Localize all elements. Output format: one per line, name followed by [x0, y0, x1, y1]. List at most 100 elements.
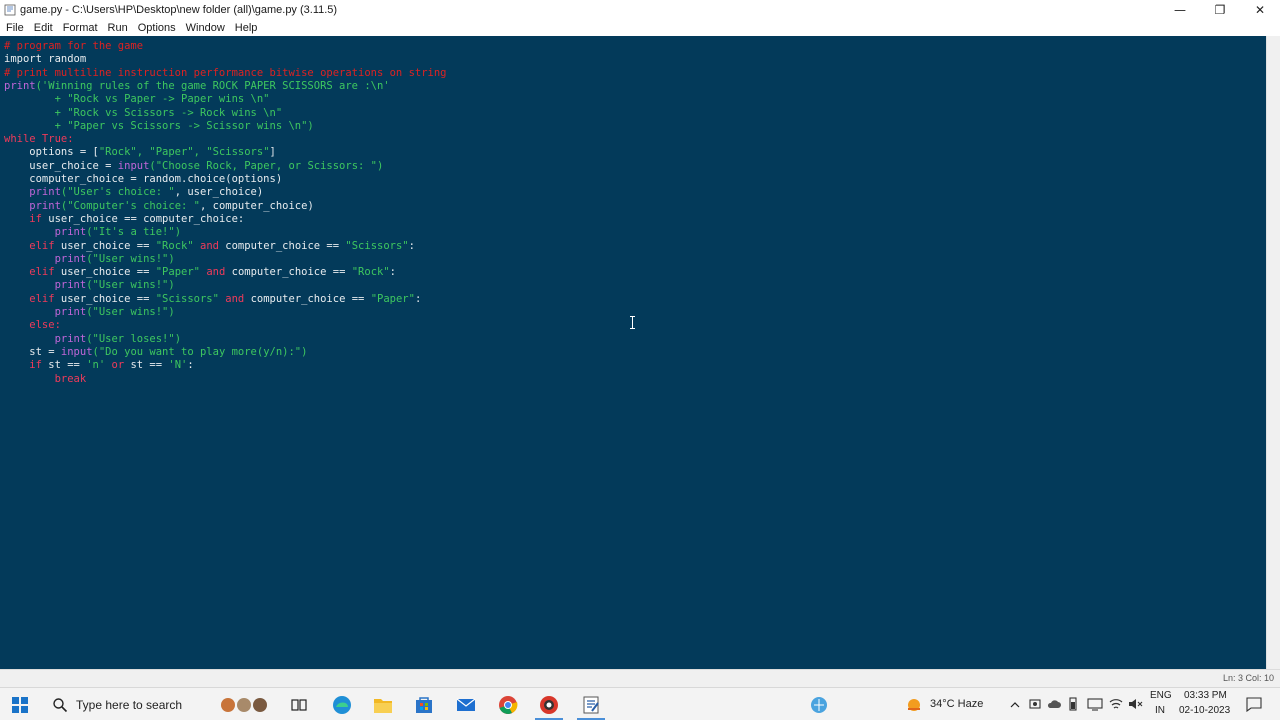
edge-browser-icon[interactable]	[330, 693, 354, 717]
code-line[interactable]: if user_choice == computer_choice:	[4, 213, 244, 226]
code-token: print	[4, 279, 87, 292]
code-token: print	[4, 186, 61, 199]
code-line[interactable]: print("User wins!")	[4, 253, 175, 266]
minimize-button[interactable]: —	[1160, 0, 1200, 20]
menu-file[interactable]: File	[1, 20, 29, 36]
code-token: while True:	[4, 133, 74, 146]
code-line[interactable]: print("User wins!")	[4, 306, 175, 319]
code-line[interactable]: elif user_choice == "Rock" and computer_…	[4, 240, 415, 253]
restore-button[interactable]: ❐	[1200, 0, 1240, 20]
language-code[interactable]: ENG	[1150, 690, 1172, 701]
code-line[interactable]: options = ["Rock", "Paper", "Scissors"]	[4, 146, 276, 159]
code-line[interactable]: computer_choice = random.choice(options)	[4, 173, 282, 186]
clock-date[interactable]: 02-10-2023	[1179, 705, 1230, 716]
code-token: and	[200, 266, 226, 279]
vertical-scrollbar[interactable]	[1266, 36, 1280, 669]
code-token: computer_choice ==	[244, 292, 371, 305]
code-line[interactable]: + "Rock vs Paper -> Paper wins \n"	[4, 93, 270, 106]
battery-icon[interactable]	[1068, 696, 1078, 712]
code-token: ("It's a tie!")	[86, 226, 182, 239]
code-editor[interactable]: # program for the game import random # pri…	[0, 36, 1266, 669]
code-token: computer_choice = random.choice(options)	[4, 173, 283, 185]
code-token: input	[117, 159, 150, 172]
cloud-icon[interactable]	[1047, 698, 1061, 710]
idle-app-icon	[4, 4, 16, 16]
chevron-up-icon[interactable]	[1009, 699, 1021, 711]
taskbar-widget-icon[interactable]	[216, 693, 276, 717]
notification-icon[interactable]	[1246, 697, 1262, 712]
code-line[interactable]: elif user_choice == "Paper" and computer…	[4, 266, 396, 279]
code-line[interactable]: else:	[4, 319, 61, 332]
status-bar: Ln: 3 Col: 10	[0, 669, 1280, 687]
code-token: ("User wins!")	[86, 252, 175, 265]
code-token: ("User wins!")	[86, 279, 175, 292]
weather-icon[interactable]	[902, 693, 926, 717]
code-line[interactable]: # program for the game	[4, 40, 143, 53]
code-line[interactable]: break	[4, 373, 87, 386]
code-token: + "Rock vs Paper -> Paper wins \n"	[4, 93, 270, 106]
code-token: computer_choice ==	[218, 239, 346, 252]
code-line[interactable]: print('Winning rules of the game ROCK PA…	[4, 80, 390, 93]
code-line[interactable]: print("User's choice: ", user_choice)	[4, 186, 263, 199]
code-line[interactable]: + "Rock vs Scissors -> Rock wins \n"	[4, 106, 283, 120]
menu-edit[interactable]: Edit	[29, 20, 58, 36]
code-token: computer_choice ==	[225, 266, 352, 279]
wifi-icon[interactable]	[1108, 697, 1124, 711]
microsoft-store-icon[interactable]	[412, 693, 436, 717]
code-token: if	[4, 359, 42, 372]
code-token: if	[4, 212, 42, 225]
code-token: , user_choice)	[174, 186, 264, 199]
python-shell-icon[interactable]	[537, 693, 561, 717]
code-token: ("User loses!")	[86, 332, 182, 345]
code-line[interactable]: if st == 'n' or st == 'N':	[4, 359, 194, 372]
volume-muted-icon[interactable]	[1127, 697, 1143, 711]
menu-format[interactable]: Format	[58, 20, 103, 36]
code-line[interactable]: print("It's a tie!")	[4, 226, 181, 239]
code-token: input	[60, 345, 93, 358]
code-token: and	[193, 239, 219, 252]
menu-window[interactable]: Window	[181, 20, 230, 36]
code-token: ("Do you want to play more(y/n):")	[92, 345, 308, 358]
code-line[interactable]: import random	[4, 53, 86, 66]
task-view-icon[interactable]	[287, 693, 311, 717]
code-line[interactable]: + "Paper vs Scissors -> Scissor wins \n"…	[4, 120, 314, 133]
code-token: print	[4, 226, 87, 239]
menu-run[interactable]: Run	[103, 20, 133, 36]
code-token: user_choice ==	[54, 292, 156, 305]
menu-options[interactable]: Options	[133, 20, 181, 36]
close-button[interactable]: ✕	[1240, 0, 1280, 20]
taskbar-search[interactable]: Type here to search	[40, 688, 212, 721]
idle-editor-icon[interactable]	[579, 693, 603, 717]
code-line[interactable]: st = input("Do you want to play more(y/n…	[4, 346, 307, 359]
file-explorer-icon[interactable]	[371, 693, 395, 717]
tray-app-icon[interactable]	[1028, 697, 1042, 711]
code-line[interactable]: print("User loses!")	[4, 333, 181, 346]
menu-help[interactable]: Help	[230, 20, 263, 36]
network-status-icon[interactable]	[807, 693, 831, 717]
code-token: # print multiline instruction performanc…	[4, 66, 447, 79]
clock-time[interactable]: 03:33 PM	[1184, 690, 1227, 701]
code-token: user_choice =	[4, 159, 118, 172]
code-line[interactable]: user_choice = input("Choose Rock, Paper,…	[4, 160, 383, 173]
code-line[interactable]: # print multiline instruction performanc…	[4, 67, 447, 80]
code-token: user_choice ==	[54, 266, 156, 279]
weather-text[interactable]: 34°C Haze	[930, 698, 983, 710]
code-line[interactable]: while True:	[4, 133, 74, 146]
code-token: , computer_choice)	[199, 199, 314, 212]
chrome-icon[interactable]	[496, 693, 520, 717]
code-line[interactable]: print("Computer's choice: ", computer_ch…	[4, 200, 314, 213]
code-token: user_choice ==	[54, 239, 156, 252]
language-region[interactable]: IN	[1155, 705, 1165, 716]
start-button[interactable]	[0, 688, 40, 721]
display-icon[interactable]	[1087, 697, 1103, 711]
code-token: + "Rock vs Scissors -> Rock wins \n"	[4, 106, 283, 119]
code-line[interactable]: elif user_choice == "Scissors" and compu…	[4, 293, 421, 306]
code-token: "Rock", "Paper", "Scissors"	[98, 146, 270, 159]
taskbar: Type here to search 34°C Haze ENG IN 03:…	[0, 687, 1280, 720]
code-token: "Scissors"	[345, 239, 409, 252]
code-token: + "Paper vs Scissors -> Scissor wins \n"…	[4, 119, 314, 132]
code-token: "Paper"	[155, 266, 200, 279]
code-line[interactable]: print("User wins!")	[4, 279, 175, 292]
mail-icon[interactable]	[454, 693, 478, 717]
code-token: :	[187, 359, 194, 372]
